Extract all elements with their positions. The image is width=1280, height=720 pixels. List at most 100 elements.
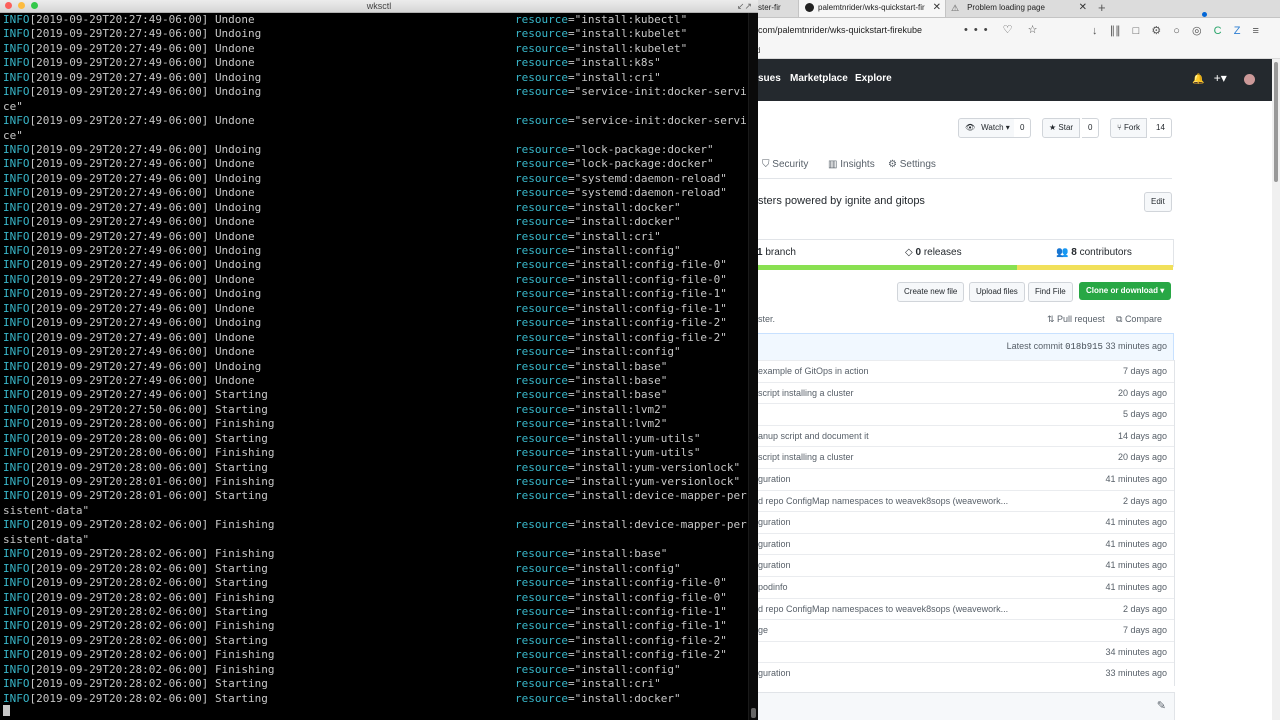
file-list: example of GitOps in action 7 days ago sc… (748, 360, 1175, 686)
downloads-icon[interactable]: ↓ (1092, 25, 1098, 37)
resource-key: resource (515, 619, 568, 633)
tab-insights[interactable]: ▥ Insights (828, 159, 875, 170)
extension-icon[interactable]: ◎ (1192, 25, 1202, 37)
commit-message[interactable]: guration (758, 539, 791, 549)
commit-message[interactable]: ge (758, 625, 768, 635)
commit-message[interactable]: script installing a cluster (758, 452, 854, 462)
compare-link[interactable]: ⧉ Compare (1116, 314, 1162, 325)
nav-issues[interactable]: sues (758, 73, 781, 84)
commit-message[interactable]: guration (758, 517, 791, 527)
commit-message[interactable]: d repo ConfigMap namespaces to weavek8so… (758, 604, 1008, 614)
terminal-line: INFO[2019-09-29T20:27:49-06:00] Undoing r… (3, 360, 748, 374)
tab-problem-loading[interactable]: ⚠ Problem loading page ✕ (945, 0, 1091, 17)
table-row[interactable]: example of GitOps in action 7 days ago (749, 360, 1174, 382)
page-scrollbar-thumb[interactable] (1274, 62, 1278, 182)
url-field[interactable]: com/palemtnrider/wks-quickstart-firekube (758, 25, 922, 35)
extension-icon[interactable]: ○ (1173, 25, 1180, 37)
resource-key: resource (515, 547, 568, 561)
nav-explore[interactable]: Explore (855, 73, 892, 84)
menu-icon[interactable]: ≡ (1252, 25, 1258, 37)
commit-sha[interactable]: 018b915 (1065, 342, 1103, 352)
nav-marketplace[interactable]: Marketplace (790, 73, 848, 84)
close-tab-icon[interactable]: ✕ (933, 0, 941, 16)
resource-value: ="systemd:daemon-reload" (567, 171, 727, 185)
language-bar-segment (748, 265, 1017, 270)
contributors-link[interactable]: 👥 8 contributors (1056, 247, 1132, 258)
table-row[interactable]: guration 41 minutes ago (749, 511, 1174, 533)
table-row[interactable]: guration 41 minutes ago (749, 554, 1174, 576)
table-row[interactable]: script installing a cluster 20 days ago (749, 446, 1174, 468)
tab-github-repo[interactable]: palemtnrider/wks-quickstart-fir ✕ (798, 0, 946, 17)
watch-count[interactable]: 0 (1014, 118, 1032, 138)
terminal-window[interactable]: wksctl ↙↗ INFO[2019-09-29T20:27:49-06:00… (0, 0, 758, 720)
fork-count[interactable]: 14 (1150, 118, 1172, 138)
tab-security[interactable]: ⛉ Security (762, 159, 808, 170)
terminal-scrollbar-thumb[interactable] (751, 708, 756, 718)
log-message: Undone (214, 215, 255, 229)
table-row[interactable]: script installing a cluster 20 days ago (749, 381, 1174, 404)
log-resource: resource="install:config-file-2" (515, 634, 727, 648)
tab-bar: ster-fir palemtnrider/wks-quickstart-fir… (748, 0, 1280, 18)
find-file-button[interactable]: Find File (1028, 282, 1073, 302)
table-row[interactable]: guration 41 minutes ago (749, 532, 1174, 555)
table-row[interactable]: d repo ConfigMap namespaces to weavek8so… (749, 489, 1174, 512)
log-message: Undoing (214, 27, 262, 41)
table-row[interactable]: guration 33 minutes ago (749, 662, 1174, 684)
library-icon[interactable]: ∥∥ (1110, 25, 1121, 37)
table-row[interactable]: anup script and document it 14 days ago (749, 424, 1174, 447)
watch-button[interactable]: 👁 Watch ▾ (958, 118, 1017, 138)
commit-message[interactable]: script installing a cluster (758, 388, 854, 398)
commit-message[interactable]: anup script and document it (758, 431, 869, 441)
sidebar-icon[interactable]: □ (1133, 25, 1140, 37)
extension-icon[interactable]: ⚙ (1151, 25, 1161, 37)
terminal-line: INFO[2019-09-29T20:28:00-06:00] Starting… (3, 432, 748, 446)
log-message: Starting (214, 460, 268, 474)
table-row[interactable]: 5 days ago (749, 403, 1174, 425)
people-icon: 👥 (1056, 247, 1072, 258)
create-new-icon[interactable]: +▾ (1214, 71, 1227, 85)
upload-files-button[interactable]: Upload files (969, 282, 1025, 302)
pencil-icon[interactable]: ✎ (1157, 699, 1166, 712)
branches-link[interactable]: 1 branch (757, 247, 796, 258)
fullscreen-icon[interactable]: ↙↗ (737, 0, 752, 12)
terminal-line: INFO[2019-09-29T20:28:02-06:00] Finishin… (3, 648, 748, 662)
commit-message[interactable]: guration (758, 668, 791, 678)
table-row[interactable]: 34 minutes ago (749, 640, 1174, 663)
commit-message[interactable]: guration (758, 474, 791, 484)
terminal-line: INFO[2019-09-29T20:28:02-06:00] Starting… (3, 576, 748, 590)
table-row[interactable]: guration 41 minutes ago (749, 468, 1174, 490)
terminal-output[interactable]: INFO[2019-09-29T20:27:49-06:00] Undone re… (3, 13, 748, 706)
commit-message[interactable]: podinfo (758, 582, 788, 592)
extension-icon[interactable]: C (1214, 25, 1222, 37)
clone-download-button[interactable]: Clone or download ▾ (1079, 282, 1172, 300)
terminal-scrollbar[interactable] (748, 13, 758, 720)
commit-message[interactable]: d repo ConfigMap namespaces to weavek8so… (758, 496, 1008, 506)
bell-icon[interactable]: 🔔 (1192, 74, 1204, 85)
log-level: INFO (3, 215, 30, 229)
pull-request-link[interactable]: ⇅ Pull request (1047, 314, 1105, 325)
star-button[interactable]: ★ Star (1042, 118, 1081, 138)
edit-button[interactable]: Edit (1144, 192, 1172, 212)
table-row[interactable]: podinfo 41 minutes ago (749, 576, 1174, 598)
table-row[interactable]: d repo ConfigMap namespaces to weavek8so… (749, 597, 1174, 620)
avatar[interactable] (1244, 74, 1255, 85)
log-timestamp: [2019-09-29T20:28:02-06:00] (29, 561, 209, 575)
tab-settings[interactable]: ⚙ Settings (888, 159, 936, 170)
log-level: INFO (3, 70, 30, 84)
commit-message[interactable]: guration (758, 560, 791, 570)
pocket-icon[interactable]: ♡ (1003, 24, 1019, 36)
close-tab-icon[interactable]: ✕ (1079, 0, 1087, 16)
table-row[interactable]: ge 7 days ago (749, 619, 1174, 641)
extension-icon[interactable]: Z (1234, 25, 1241, 37)
create-new-file-button[interactable]: Create new file (897, 282, 965, 302)
terminal-titlebar[interactable]: wksctl ↙↗ (0, 0, 758, 13)
fork-button[interactable]: ⑂ Fork (1110, 118, 1148, 138)
releases-link[interactable]: ◇ 0 releases (905, 247, 962, 258)
terminal-line: INFO[2019-09-29T20:27:49-06:00] Undoing r… (3, 201, 748, 215)
star-count[interactable]: 0 (1082, 118, 1100, 138)
bookmark-star-icon[interactable]: ☆ (1028, 24, 1044, 36)
new-tab-button[interactable]: + (1098, 0, 1106, 16)
page-actions-menu-icon[interactable]: ••• (964, 24, 994, 36)
log-message: Undone (214, 56, 255, 70)
commit-message[interactable]: example of GitOps in action (758, 366, 869, 376)
